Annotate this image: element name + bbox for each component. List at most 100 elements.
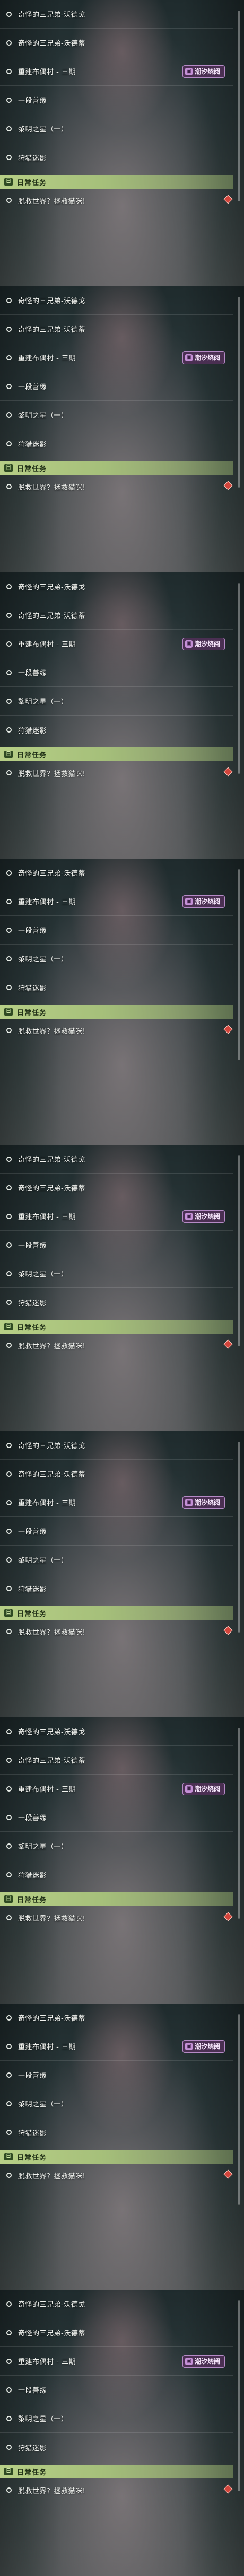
quest-item[interactable]: 一段善缘 xyxy=(0,1231,233,1259)
event-badge[interactable]: ▣ 潮汐烧阅 xyxy=(182,1210,225,1223)
quest-item[interactable]: 狩猎迷影 xyxy=(0,716,233,744)
quest-item[interactable]: 黎明之星（一） xyxy=(0,401,233,429)
event-badge[interactable]: ▣ 潮汐烧阅 xyxy=(182,637,225,650)
event-badge[interactable]: ▣ 潮汐烧阅 xyxy=(182,2354,225,2368)
event-badge[interactable]: ▣ 潮汐烧阅 xyxy=(182,1496,225,1509)
daily-quest-item[interactable]: 脱救世界？拯救猫咪! xyxy=(0,762,233,783)
quest-title: 一段善缘 xyxy=(18,2387,47,2395)
scrollbar-thumb[interactable] xyxy=(238,297,240,488)
quest-item[interactable]: 一段善缘 xyxy=(0,1517,233,1546)
quest-item[interactable]: 奇怪的三兄弟-沃德戈 xyxy=(0,1431,233,1460)
event-badge[interactable]: ▣ 潮汐烧阅 xyxy=(182,2040,225,2053)
daily-quest-header[interactable]: 日日常任务 xyxy=(0,1606,233,1620)
scrollbar-thumb[interactable] xyxy=(238,1728,240,1919)
event-badge[interactable]: ▣ 潮汐烧阅 xyxy=(182,1782,225,1795)
quest-item[interactable]: 一段善缘 xyxy=(0,2376,233,2404)
event-badge[interactable]: ▣ 潮汐烧阅 xyxy=(182,351,225,364)
quest-status-circle-icon xyxy=(6,698,12,704)
quest-item[interactable]: 黎明之星（一） xyxy=(0,114,233,143)
quest-status-circle-icon xyxy=(6,1185,12,1190)
quest-item[interactable]: 重建布偶村 - 三期 ▣ 潮汐烧阅 xyxy=(0,2347,233,2376)
daily-quest-header[interactable]: 日日常任务 xyxy=(0,1005,233,1019)
quest-item[interactable]: 奇怪的三兄弟-沃德蒂 xyxy=(0,2004,233,2032)
quest-item[interactable]: 狩猎迷影 xyxy=(0,973,233,1002)
daily-quest-header[interactable]: 日日常任务 xyxy=(0,2150,233,2164)
daily-quest-item[interactable]: 脱救世界？拯救猫咪! xyxy=(0,2480,233,2501)
quest-item[interactable]: 一段善缘 xyxy=(0,2061,233,2089)
quest-item[interactable]: 狩猎迷影 xyxy=(0,143,233,172)
quest-item[interactable]: 一段善缘 xyxy=(0,1803,233,1832)
scrollbar-thumb[interactable] xyxy=(238,1442,240,1633)
quest-item[interactable]: 奇怪的三兄弟-沃德戈 xyxy=(0,2290,233,2318)
quest-item[interactable]: 奇怪的三兄弟-沃德戈 xyxy=(0,286,233,315)
daily-quest-header[interactable]: 日日常任务 xyxy=(0,175,233,189)
calendar-icon: ▣ xyxy=(185,1785,193,1793)
scrollbar-thumb[interactable] xyxy=(238,2300,240,2491)
quest-item[interactable]: 奇怪的三兄弟-沃德戈 xyxy=(0,572,233,601)
quest-item[interactable]: 重建布偶村 - 三期 ▣ 潮汐烧阅 xyxy=(0,1775,233,1803)
quest-item[interactable]: 一段善缘 xyxy=(0,916,233,945)
quest-item[interactable]: 黎明之星（一） xyxy=(0,1546,233,1574)
quest-item[interactable]: 奇怪的三兄弟-沃德蒂 xyxy=(0,859,233,887)
quest-item[interactable]: 重建布偶村 - 三期 ▣ 潮汐烧阅 xyxy=(0,630,233,658)
scrollbar-thumb[interactable] xyxy=(238,11,240,201)
daily-quest-item[interactable]: 脱救世界？拯救猫咪! xyxy=(0,190,233,211)
event-badge-label: 潮汐烧阅 xyxy=(194,1785,220,1793)
daily-quest-header[interactable]: 日日常任务 xyxy=(0,1320,233,1334)
quest-title: 重建布偶村 - 三期 xyxy=(18,641,76,649)
event-badge-label: 潮汐烧阅 xyxy=(194,1213,220,1220)
quest-item[interactable]: 狩猎迷影 xyxy=(0,1860,233,1889)
quest-item[interactable]: 黎明之星（一） xyxy=(0,1259,233,1288)
quest-item[interactable]: 重建布偶村 - 三期 ▣ 潮汐烧阅 xyxy=(0,2032,233,2061)
scrollbar-thumb[interactable] xyxy=(238,1155,240,1346)
daily-quest-item[interactable]: 脱救世界？拯救猫咪! xyxy=(0,1621,233,1642)
daily-quest-header[interactable]: 日日常任务 xyxy=(0,1892,233,1906)
quest-item[interactable]: 奇怪的三兄弟-沃德蒂 xyxy=(0,2318,233,2347)
quest-item[interactable]: 黎明之星（一） xyxy=(0,2089,233,2118)
quest-item[interactable]: 黎明之星（一） xyxy=(0,687,233,716)
quest-item[interactable]: 狩猎迷影 xyxy=(0,2433,233,2462)
daily-quest-header[interactable]: 日日常任务 xyxy=(0,461,233,475)
quest-item[interactable]: 狩猎迷影 xyxy=(0,1574,233,1603)
daily-quest-item[interactable]: 脱救世界？拯救猫咪! xyxy=(0,1020,233,1041)
quest-item[interactable]: 重建布偶村 - 三期 ▣ 潮汐烧阅 xyxy=(0,887,233,916)
quest-item[interactable]: 黎明之星（一） xyxy=(0,2404,233,2433)
calendar-icon: ▣ xyxy=(185,2042,193,2050)
daily-quest-header[interactable]: 日日常任务 xyxy=(0,747,233,761)
quest-item[interactable]: 重建布偶村 - 三期 ▣ 潮汐烧阅 xyxy=(0,1488,233,1517)
quest-status-circle-icon xyxy=(6,1872,12,1877)
daily-quest-item[interactable]: 脱救世界？拯救猫咪! xyxy=(0,476,233,497)
quest-title: 黎明之星（一） xyxy=(18,1271,68,1278)
quest-item[interactable]: 奇怪的三兄弟-沃德蒂 xyxy=(0,1746,233,1775)
quest-item[interactable]: 奇怪的三兄弟-沃德戈 xyxy=(0,0,233,29)
scrollbar-thumb[interactable] xyxy=(238,583,240,774)
quest-item[interactable]: 奇怪的三兄弟-沃德戈 xyxy=(0,1717,233,1746)
quest-item[interactable]: 奇怪的三兄弟-沃德蒂 xyxy=(0,1174,233,1202)
quest-item[interactable]: 黎明之星（一） xyxy=(0,1832,233,1860)
quest-item[interactable]: 一段善缘 xyxy=(0,658,233,687)
quest-item[interactable]: 一段善缘 xyxy=(0,86,233,114)
daily-quest-item[interactable]: 脱救世界？拯救猫咪! xyxy=(0,2165,233,2186)
event-badge[interactable]: ▣ 潮汐烧阅 xyxy=(182,65,225,78)
daily-quest-item[interactable]: 脱救世界？拯救猫咪! xyxy=(0,1907,233,1928)
quest-item[interactable]: 奇怪的三兄弟-沃德蒂 xyxy=(0,29,233,57)
quest-title: 重建布偶村 - 三期 xyxy=(18,1213,76,1221)
quest-item[interactable]: 狩猎迷影 xyxy=(0,429,233,458)
quest-item[interactable]: 狩猎迷影 xyxy=(0,1288,233,1317)
quest-item[interactable]: 重建布偶村 - 三期 ▣ 潮汐烧阅 xyxy=(0,57,233,86)
quest-list: 奇怪的三兄弟-沃德蒂 重建布偶村 - 三期 ▣ 潮汐烧阅 一段善缘 黎明之星（一） 狩猎迷影 xyxy=(0,859,233,1002)
daily-quest-item[interactable]: 脱救世界？拯救猫咪! xyxy=(0,1335,233,1356)
quest-item[interactable]: 重建布偶村 - 三期 ▣ 潮汐烧阅 xyxy=(0,1202,233,1231)
quest-item[interactable]: 狩猎迷影 xyxy=(0,2118,233,2147)
quest-item[interactable]: 重建布偶村 - 三期 ▣ 潮汐烧阅 xyxy=(0,343,233,372)
event-badge[interactable]: ▣ 潮汐烧阅 xyxy=(182,895,225,908)
quest-item[interactable]: 奇怪的三兄弟-沃德蒂 xyxy=(0,601,233,630)
daily-quest-header[interactable]: 日日常任务 xyxy=(0,2465,233,2478)
quest-item[interactable]: 奇怪的三兄弟-沃德戈 xyxy=(0,1145,233,1174)
quest-item[interactable]: 黎明之星（一） xyxy=(0,945,233,973)
quest-item[interactable]: 奇怪的三兄弟-沃德蒂 xyxy=(0,1460,233,1488)
quest-item[interactable]: 奇怪的三兄弟-沃德蒂 xyxy=(0,315,233,343)
scrollbar-thumb[interactable] xyxy=(238,869,240,1060)
scrollbar-thumb[interactable] xyxy=(238,2014,240,2205)
quest-item[interactable]: 一段善缘 xyxy=(0,372,233,401)
